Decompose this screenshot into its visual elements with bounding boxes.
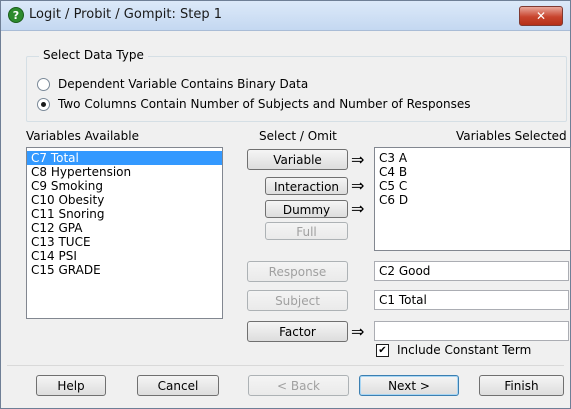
select-omit-label: Select / Omit bbox=[259, 129, 337, 143]
dummy-button[interactable]: Dummy bbox=[265, 200, 348, 218]
checkmark-icon: ✔ bbox=[378, 345, 387, 356]
help-question-icon: ? bbox=[8, 7, 24, 23]
factor-button[interactable]: Factor bbox=[247, 321, 348, 342]
list-item[interactable]: C15 GRADE bbox=[27, 263, 222, 277]
interaction-button[interactable]: Interaction bbox=[265, 177, 348, 195]
factor-field[interactable] bbox=[374, 321, 569, 341]
subject-field[interactable]: C1 Total bbox=[374, 290, 569, 310]
next-button[interactable]: Next > bbox=[359, 375, 459, 396]
svg-text:?: ? bbox=[13, 9, 19, 22]
list-item[interactable]: C9 Smoking bbox=[27, 179, 222, 193]
full-button[interactable]: Full bbox=[265, 222, 348, 240]
list-item[interactable]: C12 GPA bbox=[27, 221, 222, 235]
radio-two-columns[interactable]: Two Columns Contain Number of Subjects a… bbox=[37, 96, 470, 112]
list-item[interactable]: C10 Obesity bbox=[27, 193, 222, 207]
cancel-button[interactable]: Cancel bbox=[137, 375, 219, 396]
variables-available-list[interactable]: C7 Total C8 Hypertension C9 Smoking C10 … bbox=[26, 147, 223, 319]
constant-term-checkbox[interactable]: ✔ bbox=[376, 344, 389, 357]
variables-selected-list[interactable]: C3 A C4 B C5 C C6 D bbox=[374, 147, 571, 251]
dummy-arrow-icon: ⇒ bbox=[351, 199, 365, 218]
list-item[interactable]: C14 PSI bbox=[27, 249, 222, 263]
response-button[interactable]: Response bbox=[247, 261, 348, 282]
close-icon: ✕ bbox=[535, 9, 547, 23]
subject-button[interactable]: Subject bbox=[247, 290, 348, 311]
constant-term-label: Include Constant Term bbox=[397, 343, 532, 357]
help-button[interactable]: Help bbox=[36, 375, 106, 396]
list-item[interactable]: C13 TUCE bbox=[27, 235, 222, 249]
window-title: Logit / Probit / Gompit: Step 1 bbox=[29, 7, 222, 22]
list-item[interactable]: C5 C bbox=[375, 179, 570, 193]
list-item[interactable]: C3 A bbox=[375, 151, 570, 165]
radio-binary-data-label: Dependent Variable Contains Binary Data bbox=[58, 77, 309, 91]
variables-available-label: Variables Available bbox=[26, 129, 139, 143]
radio-two-columns-label: Two Columns Contain Number of Subjects a… bbox=[58, 97, 471, 111]
close-button[interactable]: ✕ bbox=[519, 6, 563, 26]
variables-selected-label: Variables Selected bbox=[456, 129, 567, 143]
list-item[interactable]: C7 Total bbox=[27, 151, 222, 165]
radio-binary-data-circle[interactable] bbox=[37, 77, 50, 91]
variable-arrow-icon: ⇒ bbox=[351, 150, 365, 169]
list-item[interactable]: C8 Hypertension bbox=[27, 165, 222, 179]
factor-arrow-icon: ⇒ bbox=[351, 322, 365, 341]
list-item[interactable]: C11 Snoring bbox=[27, 207, 222, 221]
data-type-legend: Select Data Type bbox=[39, 48, 148, 62]
back-button[interactable]: < Back bbox=[248, 375, 349, 396]
finish-button[interactable]: Finish bbox=[479, 375, 564, 396]
footer-separator bbox=[7, 365, 564, 366]
interaction-arrow-icon: ⇒ bbox=[351, 176, 365, 195]
response-field[interactable]: C2 Good bbox=[374, 261, 569, 281]
title-bar[interactable]: ? Logit / Probit / Gompit: Step 1 ✕ bbox=[1, 1, 570, 31]
list-item[interactable]: C6 D bbox=[375, 193, 570, 207]
list-item[interactable]: C4 B bbox=[375, 165, 570, 179]
radio-two-columns-circle[interactable] bbox=[37, 97, 50, 111]
logit-dialog-window: ? Logit / Probit / Gompit: Step 1 ✕ Sele… bbox=[0, 0, 571, 409]
variable-button[interactable]: Variable bbox=[247, 149, 348, 170]
radio-binary-data[interactable]: Dependent Variable Contains Binary Data bbox=[37, 76, 308, 92]
